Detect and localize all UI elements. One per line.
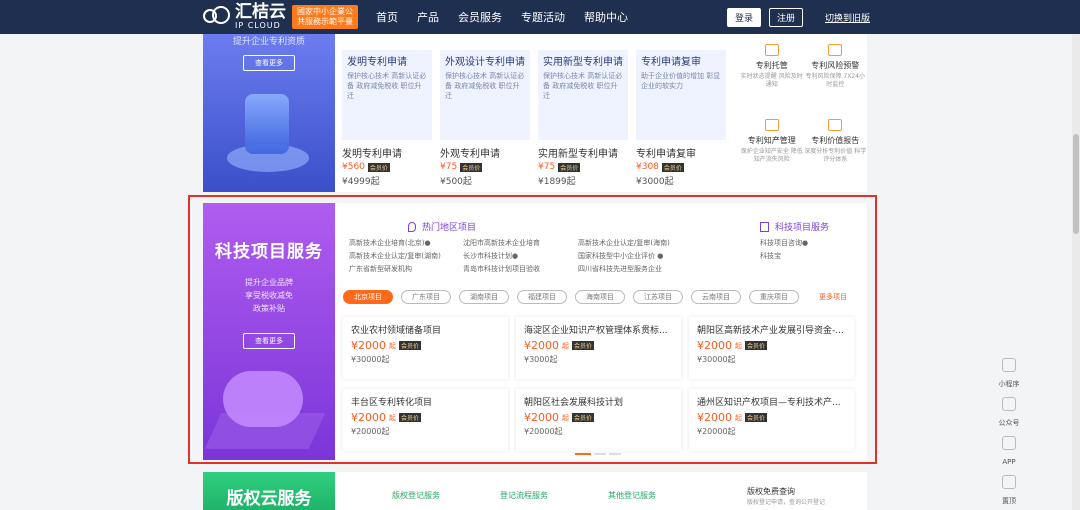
patent-section: 提升企业专利资质 查看更多 发明专利申请保护核心技术 高新认证必备 政府减免税收… xyxy=(203,34,867,192)
copyright-link[interactable]: 登记流程服务 xyxy=(500,490,548,501)
card-original-price: ¥1899起 xyxy=(538,177,576,187)
service-name: 专利托管 xyxy=(755,61,788,70)
miniprogram-icon xyxy=(1002,358,1016,372)
main-nav: 首页 产品 会员服务 专题活动 帮助中心 xyxy=(376,9,628,25)
card-title: 外观设计专利申请 xyxy=(445,57,525,68)
register-button[interactable]: 注册 xyxy=(768,8,803,27)
floating-sidebar: 小程序 公众号 APP 置顶 xyxy=(993,358,1025,506)
card-title: 专利申请复审 xyxy=(641,57,701,68)
logo-cn: 汇桔云 xyxy=(235,2,286,22)
patent-card[interactable]: 专利申请复审 助于企业价值的增加 彰显企业的软实力 专利申请复审 ¥308 会员价 … xyxy=(636,50,726,187)
card-name: 实用新型专利申请 xyxy=(538,149,618,160)
card-desc: 保护核心技术 高新认证必备 政府减免税收 职位升迁 xyxy=(543,72,623,100)
float-label: APP xyxy=(1002,458,1016,466)
patent-cards: 发明专利申请 保护核心技术 高新认证必备 政府减免税收 职位升迁 发明专利申请 ¥… xyxy=(342,50,726,187)
nav-home[interactable]: 首页 xyxy=(376,9,398,25)
patent-card[interactable]: 实用新型专利申请 保护核心技术 高新认证必备 政府减免税收 职位升迁 实用新型专利… xyxy=(538,50,628,187)
vip-badge: 会员价 xyxy=(460,162,483,172)
patent-banner-sub: 提升企业专利资质 xyxy=(232,37,305,47)
nav-products[interactable]: 产品 xyxy=(417,9,439,25)
service-desc: 保护企业知产安全 降低知产流失风险 xyxy=(740,148,803,163)
service-desc: 实时状态提醒 风险及时通知 xyxy=(740,73,803,88)
patent-shield-icon xyxy=(245,94,289,154)
float-label: 置顶 xyxy=(1002,497,1016,505)
logo-icon xyxy=(203,6,231,28)
database-icon xyxy=(764,119,779,131)
phone-icon xyxy=(1002,436,1016,450)
card-name: 外观专利申请 xyxy=(440,149,500,160)
patent-card[interactable]: 外观设计专利申请保护核心技术 高新认证必备 政府减免税收 职位升迁 外观专利申请… xyxy=(440,50,530,187)
card-price: ¥75 xyxy=(440,162,458,172)
nav-events[interactable]: 专题活动 xyxy=(521,9,565,25)
patent-more-button[interactable]: 查看更多 xyxy=(243,55,295,71)
card-desc: 保护核心技术 高新认证必备 政府减免税收 职位升迁 xyxy=(347,72,427,100)
patent-card[interactable]: 发明专利申请 保护核心技术 高新认证必备 政府减免税收 职位升迁 发明专利申请 ¥… xyxy=(342,50,432,187)
service-item[interactable]: 专利托管实时状态提醒 风险及时通知 xyxy=(740,40,804,115)
card-name: 专利申请复审 xyxy=(636,149,696,160)
switch-old-version-link[interactable]: 切换到旧版 xyxy=(825,11,870,24)
float-app[interactable]: APP xyxy=(1002,436,1016,467)
page-scrollbar[interactable] xyxy=(1072,34,1080,510)
card-desc: 助于企业价值的增加 彰显企业的软实力 xyxy=(641,72,721,90)
card-price: ¥308 xyxy=(636,162,659,172)
copyright-query-desc: 版权登记申请，查询公开登记 xyxy=(747,499,826,506)
qrcode-icon xyxy=(1002,397,1016,411)
nav-membership[interactable]: 会员服务 xyxy=(458,9,502,25)
card-price: ¥75 xyxy=(538,162,556,172)
service-desc: 深度分析专利价值 科学评分体系 xyxy=(804,148,867,163)
vip-badge: 会员价 xyxy=(558,162,581,172)
copyright-link[interactable]: 其他登记服务 xyxy=(608,490,656,501)
float-label: 小程序 xyxy=(998,380,1020,388)
rocket-icon xyxy=(1002,475,1016,489)
service-desc: 专利风险保障 7X24小时监控 xyxy=(805,73,865,88)
copyright-section: 版权云服务 版权登记服务 登记流程服务 其他登记服务 版权免费查询 版权登记申请… xyxy=(203,472,867,510)
copyright-link[interactable]: 版权登记服务 xyxy=(392,490,440,501)
card-title: 实用新型专利申请 xyxy=(543,57,623,68)
card-original-price: ¥500起 xyxy=(440,177,472,187)
scrollbar-thumb[interactable] xyxy=(1073,134,1079,234)
copyright-query-title: 版权免费查询 xyxy=(747,487,795,496)
patent-banner: 提升企业专利资质 查看更多 xyxy=(203,34,335,192)
service-item[interactable]: 专利价值报告深度分析专利价值 科学评分体系 xyxy=(804,115,868,190)
site-logo[interactable]: 汇桔云 IP CLOUD xyxy=(203,4,292,30)
card-price: ¥560 xyxy=(342,162,365,172)
shield-icon xyxy=(828,44,843,56)
vip-badge: 会员价 xyxy=(367,162,390,172)
patent-service-grid: 专利托管 实时状态提醒 风险及时通知 专利风险预警 专利风险保障 7X24小时监控 … xyxy=(740,40,867,190)
top-navbar: 汇桔云 IP CLOUD 國家中小企業公共服務示範平臺 首页 产品 会员服务 专… xyxy=(0,0,1080,34)
highlight-frame xyxy=(188,195,877,464)
logo-en: IP CLOUD xyxy=(235,21,281,30)
card-original-price: ¥4999起 xyxy=(342,177,380,187)
service-item[interactable]: 专利风险预警专利风险保障 7X24小时监控 xyxy=(804,40,868,115)
service-name: 专利风险预警 xyxy=(811,61,860,70)
copyright-query[interactable]: 版权免费查询 版权登记申请，查询公开登记 xyxy=(747,486,825,506)
service-item[interactable]: 专利知产管理保护企业知产安全 降低知产流失风险 xyxy=(740,115,804,190)
service-name: 专利知产管理 xyxy=(747,136,796,145)
card-desc: 保护核心技术 高新认证必备 政府减免税收 职位升迁 xyxy=(445,72,525,100)
service-icon xyxy=(764,44,779,56)
float-miniprogram[interactable]: 小程序 xyxy=(999,358,1020,389)
float-label: 公众号 xyxy=(998,419,1020,427)
report-icon xyxy=(828,119,843,131)
nav-help[interactable]: 帮助中心 xyxy=(584,9,628,25)
card-title: 发明专利申请 xyxy=(347,57,407,68)
card-original-price: ¥3000起 xyxy=(636,177,674,187)
card-name: 发明专利申请 xyxy=(342,149,402,160)
promo-badge: 國家中小企業公共服務示範平臺 xyxy=(292,5,358,29)
login-button[interactable]: 登录 xyxy=(726,8,761,27)
copyright-links: 版权登记服务 登记流程服务 其他登记服务 xyxy=(392,490,656,501)
copyright-banner-title: 版权云服务 xyxy=(203,472,335,510)
vip-badge: 会员价 xyxy=(661,162,684,172)
float-wechat[interactable]: 公众号 xyxy=(999,397,1020,428)
service-name: 专利价值报告 xyxy=(811,136,860,145)
float-top[interactable]: 置顶 xyxy=(1002,475,1016,506)
